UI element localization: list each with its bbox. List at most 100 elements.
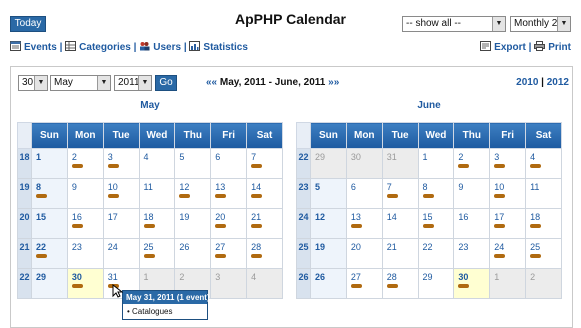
day-cell[interactable]: 20 bbox=[345, 238, 383, 269]
day-cell[interactable]: 4 bbox=[246, 268, 283, 299]
week-number[interactable]: 25 bbox=[296, 238, 311, 269]
day-number[interactable]: 21 bbox=[251, 212, 261, 222]
day-cell[interactable]: 18 bbox=[138, 208, 176, 239]
day-number[interactable]: 2 bbox=[179, 272, 184, 282]
day-number[interactable]: 31 bbox=[108, 272, 118, 282]
day-cell[interactable]: 21 bbox=[381, 238, 419, 269]
event-marker[interactable] bbox=[530, 164, 542, 168]
day-cell[interactable]: 29 bbox=[310, 148, 347, 179]
day-number[interactable]: 10 bbox=[494, 182, 504, 192]
event-marker[interactable] bbox=[179, 194, 191, 198]
day-number[interactable]: 30 bbox=[72, 272, 82, 282]
day-cell[interactable]: 26 bbox=[310, 268, 347, 299]
day-number[interactable]: 12 bbox=[315, 212, 325, 222]
day-number[interactable]: 28 bbox=[251, 242, 261, 252]
day-number[interactable]: 21 bbox=[387, 242, 397, 252]
day-number[interactable]: 6 bbox=[215, 152, 220, 162]
day-number[interactable]: 29 bbox=[36, 272, 46, 282]
nav-statistics[interactable]: Statistics bbox=[189, 41, 248, 53]
event-marker[interactable] bbox=[36, 254, 47, 258]
event-marker[interactable] bbox=[143, 224, 155, 228]
day-cell[interactable]: 1 bbox=[31, 148, 68, 179]
day-number[interactable]: 14 bbox=[251, 182, 261, 192]
export-link[interactable]: Export bbox=[480, 41, 528, 53]
day-number[interactable]: 8 bbox=[36, 182, 41, 192]
day-number[interactable]: 3 bbox=[215, 272, 220, 282]
event-marker[interactable] bbox=[458, 164, 470, 168]
prev-year-link[interactable]: 2010 bbox=[516, 77, 538, 88]
week-number[interactable]: 20 bbox=[17, 208, 32, 239]
event-marker[interactable] bbox=[36, 194, 47, 198]
nav-events[interactable]: Events bbox=[10, 41, 60, 53]
day-number[interactable]: 12 bbox=[179, 182, 189, 192]
day-cell[interactable]: 3 bbox=[102, 148, 140, 179]
event-marker[interactable] bbox=[251, 194, 263, 198]
week-number[interactable]: 24 bbox=[296, 208, 311, 239]
day-cell[interactable]: 7 bbox=[381, 178, 419, 209]
day-cell[interactable]: 1 bbox=[417, 148, 455, 179]
day-number[interactable]: 22 bbox=[423, 242, 433, 252]
day-number[interactable]: 22 bbox=[36, 242, 46, 252]
day-number[interactable]: 2 bbox=[458, 152, 463, 162]
day-cell[interactable]: 11 bbox=[138, 178, 176, 209]
day-number[interactable]: 13 bbox=[351, 212, 361, 222]
day-cell[interactable]: 25 bbox=[138, 238, 176, 269]
day-cell[interactable]: 11 bbox=[525, 178, 562, 209]
day-cell[interactable]: 13 bbox=[210, 178, 248, 209]
next-range-link[interactable]: »» bbox=[328, 77, 339, 88]
week-number[interactable]: 23 bbox=[296, 178, 311, 209]
day-cell[interactable]: 21 bbox=[246, 208, 283, 239]
day-number[interactable]: 24 bbox=[494, 242, 504, 252]
print-link[interactable]: Print bbox=[534, 41, 571, 53]
week-number[interactable]: 18 bbox=[17, 148, 32, 179]
day-number[interactable]: 1 bbox=[494, 272, 499, 282]
day-cell[interactable]: 19 bbox=[174, 208, 212, 239]
day-cell[interactable]: 2 bbox=[453, 148, 491, 179]
event-marker[interactable] bbox=[494, 164, 506, 168]
day-number[interactable]: 15 bbox=[36, 212, 46, 222]
day-number[interactable]: 13 bbox=[215, 182, 225, 192]
day-number[interactable]: 8 bbox=[423, 182, 428, 192]
view-select[interactable]: Monthly 2x ▼ bbox=[510, 16, 571, 32]
prev-range-link[interactable]: «« bbox=[206, 77, 220, 88]
day-number[interactable]: 17 bbox=[494, 212, 504, 222]
day-cell[interactable]: 3 bbox=[489, 148, 527, 179]
day-number[interactable]: 11 bbox=[144, 182, 153, 192]
day-cell[interactable]: 1 bbox=[489, 268, 527, 299]
event-marker[interactable] bbox=[251, 164, 263, 168]
day-cell[interactable]: 16 bbox=[66, 208, 104, 239]
year-select[interactable]: 2011 ▼ bbox=[114, 75, 152, 91]
day-cell[interactable]: 4 bbox=[138, 148, 176, 179]
day-number[interactable]: 27 bbox=[215, 242, 225, 252]
event-marker[interactable] bbox=[71, 164, 83, 168]
day-number[interactable]: 23 bbox=[72, 242, 82, 252]
day-number[interactable]: 20 bbox=[215, 212, 225, 222]
day-number[interactable]: 19 bbox=[179, 212, 189, 222]
day-cell[interactable]: 6 bbox=[210, 148, 248, 179]
day-cell[interactable]: 3 bbox=[210, 268, 248, 299]
day-number[interactable]: 4 bbox=[251, 272, 256, 282]
day-number[interactable]: 1 bbox=[423, 152, 428, 162]
day-number[interactable]: 23 bbox=[458, 242, 468, 252]
day-number[interactable]: 16 bbox=[458, 212, 468, 222]
day-number[interactable]: 5 bbox=[179, 152, 184, 162]
day-cell[interactable]: 23 bbox=[66, 238, 104, 269]
go-button[interactable]: Go bbox=[155, 75, 177, 91]
day-number[interactable]: 19 bbox=[315, 242, 325, 252]
day-number[interactable]: 25 bbox=[530, 242, 540, 252]
day-number[interactable]: 18 bbox=[530, 212, 540, 222]
day-number[interactable]: 7 bbox=[387, 182, 392, 192]
day-cell[interactable]: 28 bbox=[381, 268, 419, 299]
event-marker[interactable] bbox=[350, 284, 362, 288]
day-number[interactable]: 3 bbox=[108, 152, 113, 162]
day-cell[interactable]: 2 bbox=[66, 148, 104, 179]
day-select[interactable]: 30 ▼ bbox=[18, 75, 48, 91]
day-cell[interactable]: 31 bbox=[381, 148, 419, 179]
day-number[interactable]: 2 bbox=[530, 272, 535, 282]
day-number[interactable]: 26 bbox=[179, 242, 189, 252]
day-cell[interactable]: 9 bbox=[66, 178, 104, 209]
day-cell[interactable]: 4 bbox=[525, 148, 562, 179]
tooltip-event-item[interactable]: • Catalogues bbox=[123, 304, 207, 319]
event-marker[interactable] bbox=[107, 194, 119, 198]
day-cell[interactable]: 15 bbox=[417, 208, 455, 239]
